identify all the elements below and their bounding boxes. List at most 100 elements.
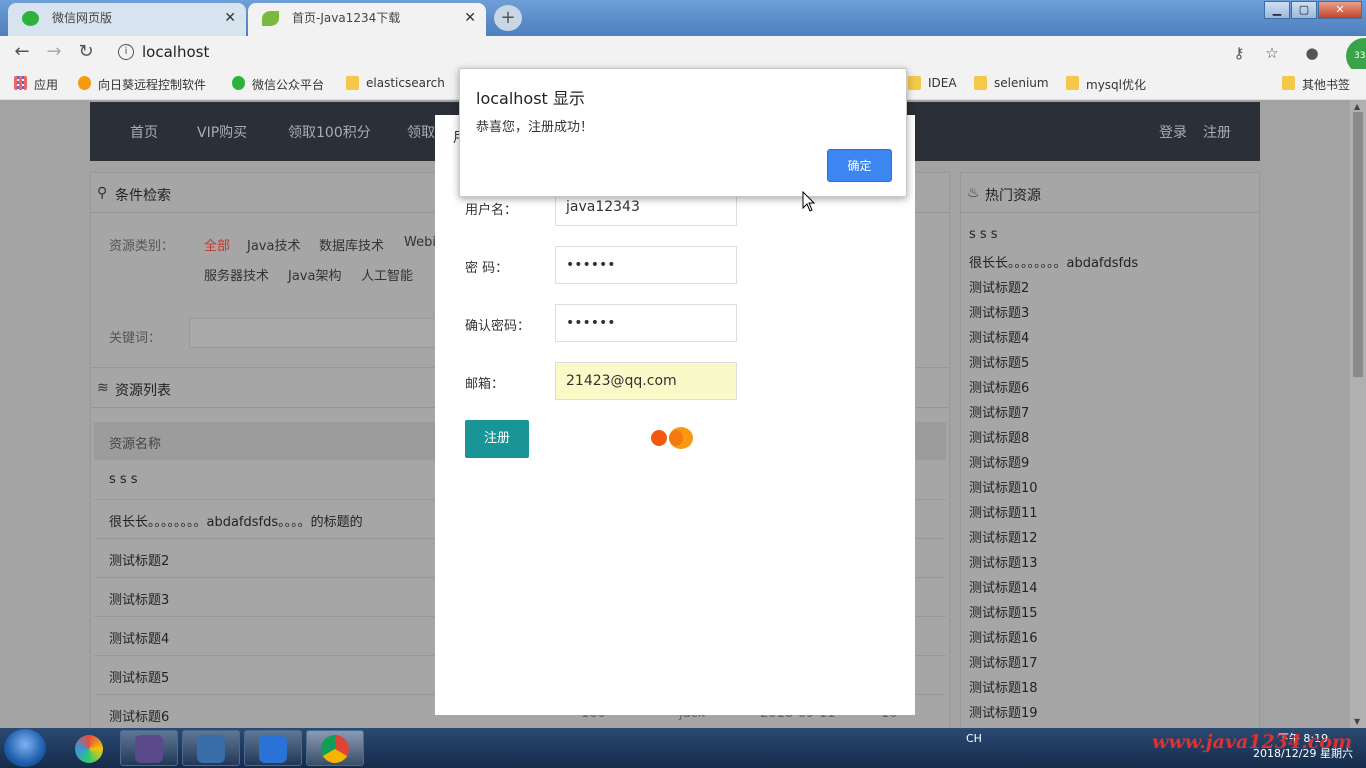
- hot-resource-item[interactable]: 测试标题18: [969, 677, 1038, 696]
- scroll-up-icon[interactable]: ▲: [1354, 102, 1360, 111]
- bookmark-idea[interactable]: IDEA: [908, 76, 957, 90]
- hot-resource-item[interactable]: 测试标题7: [969, 402, 1029, 421]
- account-icon[interactable]: ●: [1302, 43, 1322, 63]
- tab-close-icon[interactable]: ✕: [224, 3, 236, 33]
- confirm-password-input[interactable]: ••••••: [555, 304, 737, 342]
- reload-icon[interactable]: ↻: [74, 41, 98, 63]
- hot-resource-item[interactable]: 测试标题9: [969, 452, 1029, 471]
- category-all[interactable]: 全部: [204, 235, 230, 254]
- dolphin-icon: [197, 735, 225, 763]
- confirm-password-label: 确认密码：: [465, 319, 531, 334]
- hot-resource-item[interactable]: 测试标题19: [969, 702, 1038, 721]
- scroll-down-icon[interactable]: ▼: [1354, 717, 1360, 726]
- category-java[interactable]: Java技术: [247, 235, 300, 254]
- window-controls: ▁ ▢ ✕: [1263, 1, 1362, 19]
- category-server[interactable]: 服务器技术: [204, 265, 269, 284]
- fire-icon: ♨: [967, 185, 980, 201]
- category-ai[interactable]: 人工智能: [361, 265, 413, 284]
- nav-claim[interactable]: 领取: [407, 122, 435, 142]
- hot-resource-item[interactable]: 测试标题5: [969, 352, 1029, 371]
- bookmark-star-icon[interactable]: ☆: [1262, 43, 1282, 63]
- taskbar-app-1[interactable]: [60, 730, 118, 766]
- nav-register[interactable]: 注册: [1203, 122, 1231, 142]
- keyword-label: 关键词：: [109, 331, 162, 346]
- nav-home[interactable]: 首页: [130, 122, 158, 142]
- taskbar-chrome[interactable]: [306, 730, 364, 766]
- start-button[interactable]: [4, 729, 46, 767]
- keyword-input[interactable]: [189, 318, 449, 348]
- maximize-button[interactable]: ▢: [1291, 1, 1317, 19]
- category-web[interactable]: Webi: [404, 235, 436, 250]
- tab-java1234[interactable]: 首页-Java1234下载 ✕: [248, 3, 486, 36]
- tab-close-icon[interactable]: ✕: [464, 3, 476, 33]
- hot-resource-item[interactable]: 测试标题4: [969, 327, 1029, 346]
- hot-resource-item[interactable]: 很长长。。。。。。。。abdafdsfds: [969, 252, 1138, 271]
- alert-message: 恭喜您，注册成功！: [476, 120, 594, 135]
- wps-icon: [259, 735, 287, 763]
- folder-icon: [346, 76, 359, 90]
- address-bar[interactable]: i localhost: [108, 38, 1298, 66]
- close-window-button[interactable]: ✕: [1318, 1, 1362, 19]
- hot-resource-item[interactable]: 测试标题12: [969, 527, 1038, 546]
- taskbar-mysql[interactable]: [182, 730, 240, 766]
- bookmark-selenium[interactable]: selenium: [974, 76, 1049, 90]
- url-text: localhost: [142, 43, 210, 61]
- nav-login[interactable]: 登录: [1159, 122, 1187, 142]
- leaf-icon: [262, 11, 279, 26]
- wechat-icon: [232, 76, 245, 90]
- bookmark-elasticsearch[interactable]: elasticsearch: [346, 76, 445, 90]
- hot-resource-item[interactable]: 测试标题11: [969, 502, 1038, 521]
- scroll-thumb[interactable]: [1353, 112, 1363, 377]
- email-input[interactable]: 21423@qq.com: [555, 362, 737, 400]
- mouse-cursor-icon: [802, 191, 816, 212]
- tab-title: 微信网页版: [52, 11, 113, 25]
- back-arrow-icon[interactable]: ←: [10, 41, 34, 63]
- hot-resource-item[interactable]: 测试标题17: [969, 652, 1038, 671]
- bookmark-other[interactable]: 其他书签: [1282, 76, 1350, 93]
- category-database[interactable]: 数据库技术: [319, 235, 384, 254]
- hot-resource-item[interactable]: 测试标题6: [969, 377, 1029, 396]
- taskbar-wps[interactable]: [244, 730, 302, 766]
- info-icon[interactable]: i: [118, 44, 134, 60]
- bookmark-wechat-mp[interactable]: 微信公众平台: [232, 76, 324, 93]
- tray-language[interactable]: CH: [966, 732, 982, 745]
- hot-resource-item[interactable]: s s s: [969, 227, 998, 242]
- hot-resource-item[interactable]: 测试标题2: [969, 277, 1029, 296]
- category-label: 资源类别：: [109, 239, 175, 254]
- hot-resource-item[interactable]: 测试标题3: [969, 302, 1029, 321]
- sunflower-icon: [78, 76, 91, 90]
- bookmark-apps[interactable]: 应用: [14, 76, 58, 93]
- hot-resource-item[interactable]: 测试标题15: [969, 602, 1038, 621]
- hot-resource-item[interactable]: 测试标题8: [969, 427, 1029, 446]
- forward-arrow-icon[interactable]: →: [42, 41, 66, 63]
- email-label: 邮箱：: [465, 377, 505, 392]
- taskbar-eclipse[interactable]: [120, 730, 178, 766]
- register-submit-button[interactable]: 注册: [465, 420, 529, 458]
- browser-tabbar: 微信网页版 ✕ 首页-Java1234下载 ✕ + ▁ ▢ ✕: [0, 0, 1366, 36]
- nav-points[interactable]: 领取100积分: [288, 122, 371, 142]
- hot-resources-header: ♨ 热门资源: [961, 173, 1259, 213]
- hot-resource-item[interactable]: 测试标题14: [969, 577, 1038, 596]
- wechat-icon: [22, 11, 39, 26]
- username-label: 用户名：: [465, 203, 518, 218]
- nav-vip[interactable]: VIP购买: [197, 122, 247, 142]
- browser-toolbar: ← → ↻ i localhost ⚷ ☆ ●: [0, 36, 1366, 69]
- password-input[interactable]: ••••••: [555, 246, 737, 284]
- watermark: www.java1234.com: [1152, 731, 1353, 753]
- key-icon[interactable]: ⚷: [1229, 43, 1249, 63]
- colorful-app-icon: [75, 735, 103, 763]
- category-java-arch[interactable]: Java架构: [288, 265, 341, 284]
- new-tab-button[interactable]: +: [494, 5, 522, 31]
- hot-resource-item[interactable]: 测试标题13: [969, 552, 1038, 571]
- bookmark-sunlogin[interactable]: 向日葵远程控制软件: [78, 76, 206, 93]
- bookmark-mysql[interactable]: mysql优化: [1066, 76, 1146, 93]
- hot-resource-item[interactable]: 测试标题10: [969, 477, 1038, 496]
- hot-resource-item[interactable]: 测试标题16: [969, 627, 1038, 646]
- page-scrollbar[interactable]: ▲ ▼: [1350, 100, 1366, 728]
- alert-ok-button[interactable]: 确定: [827, 149, 892, 182]
- minimize-button[interactable]: ▁: [1264, 1, 1290, 19]
- tab-wechat-web[interactable]: 微信网页版 ✕: [8, 3, 246, 36]
- layers-icon: ≋: [97, 380, 109, 396]
- folder-icon: [1066, 76, 1079, 90]
- apps-grid-icon: [14, 76, 27, 90]
